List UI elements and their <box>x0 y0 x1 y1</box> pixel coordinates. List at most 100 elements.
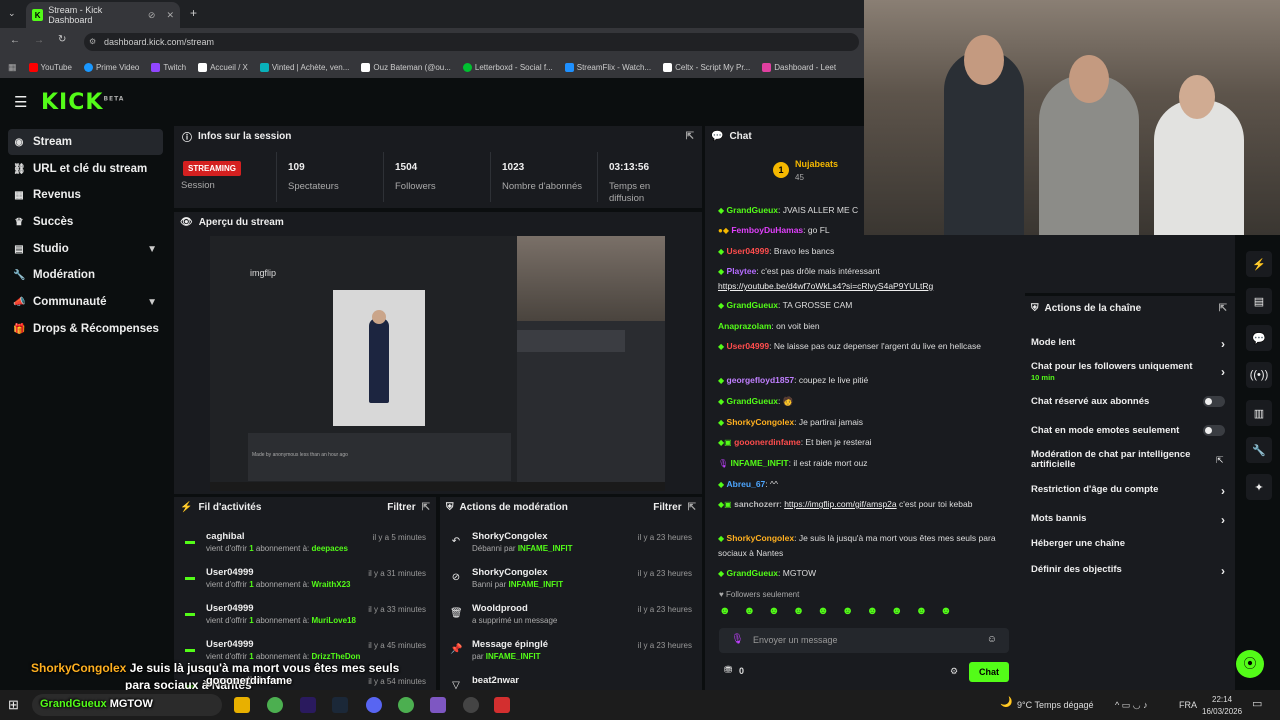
points-icon[interactable]: ⛃ <box>724 665 732 676</box>
bookmark-streamflix[interactable]: StreamFlix - Watch... <box>564 62 651 72</box>
site-info-icon[interactable]: ⚙ <box>89 37 96 46</box>
badge-icon: ●◆ <box>718 226 729 235</box>
celtx-icon <box>663 62 673 72</box>
windows-start-icon[interactable]: ⊞ <box>8 697 19 713</box>
bookmark-prime[interactable]: Prime Video <box>83 62 139 72</box>
badge-icon: ◆ <box>718 247 725 256</box>
bookmark-twitch[interactable]: Twitch <box>151 62 186 72</box>
revenue-icon: ▦ <box>14 189 24 201</box>
session-label: Session <box>181 180 215 191</box>
quick-actions-button[interactable]: ⦿ <box>1236 650 1264 678</box>
back-icon[interactable]: ← <box>10 35 20 46</box>
moderation-actions-panel: ⛨ Actions de modération Filtrer ⇱ ↶ Shor… <box>440 497 702 690</box>
chat-link[interactable]: https://imgflip.com/gif/amsp2a <box>784 499 896 509</box>
chrome-active-icon[interactable] <box>398 697 414 713</box>
clock-date[interactable]: 16/03/2026 <box>1202 707 1242 716</box>
bookmark-letterboxd[interactable]: Letterboxd - Social f... <box>462 62 553 72</box>
lightning-icon[interactable]: ⚡ <box>1246 251 1272 277</box>
external-link-icon[interactable]: ⇱ <box>1216 455 1224 466</box>
popout-icon[interactable]: ⇱ <box>422 502 430 513</box>
followers-only-item[interactable]: Chat pour les followers uniquement 10 min… <box>1031 361 1231 383</box>
language-indicator[interactable]: FRA <box>1179 700 1197 710</box>
studio-icon: ▤ <box>14 243 24 255</box>
bookmark-vinted[interactable]: Vinted | Achète, ven... <box>259 62 349 72</box>
new-tab-icon[interactable]: + <box>190 6 197 20</box>
sidebar-item-achievements[interactable]: ♛ Succès <box>8 209 163 235</box>
overlay-caption: ShorkyCongolex Je suis là jusqu'à ma mor… <box>31 661 400 675</box>
webcam-face <box>964 35 1004 85</box>
badge-icon: ◆ <box>718 418 725 427</box>
discord-icon[interactable] <box>366 697 382 713</box>
popout-icon[interactable]: ⇱ <box>686 131 694 142</box>
sidebar-item-drops[interactable]: 🎁 Drops & Récompenses <box>8 316 163 342</box>
obs-icon[interactable] <box>463 697 479 713</box>
gift-sub-icon: ▬ <box>185 608 195 619</box>
emote-bar[interactable]: ☻☻☻☻☻☻☻☻☻☻ <box>719 605 1009 621</box>
moderation-filter-button[interactable]: Filtrer <box>653 502 681 513</box>
sidebar-item-community[interactable]: 📣 Communauté ▼ <box>8 289 163 315</box>
chat-message: ◆▣ gooonerdinfame: Et bien je resterai <box>718 437 872 447</box>
tray-icons[interactable]: ^ ▭ ◡ ♪ <box>1115 700 1148 711</box>
chat-input[interactable]: 🎙 Envoyer un message ☺ <box>719 628 1009 653</box>
megaphone-icon: 📣 <box>13 296 26 308</box>
forward-icon[interactable]: → <box>34 35 44 46</box>
url-input[interactable]: dashboard.kick.com/stream <box>84 33 859 51</box>
close-tab-icon[interactable]: ✕ <box>166 10 174 21</box>
clock-time[interactable]: 22:14 <box>1212 695 1232 704</box>
age-restriction-item[interactable]: Restriction d'âge du compte › <box>1031 484 1231 498</box>
reload-icon[interactable]: ↻ <box>58 34 66 45</box>
chat-send-button[interactable]: Chat <box>969 662 1009 682</box>
wrench-icon[interactable]: 🔧 <box>1246 437 1272 463</box>
premiere-icon[interactable] <box>300 697 316 713</box>
sidebar-item-revenue[interactable]: ▦ Revenus <box>8 182 163 208</box>
browser-tab[interactable]: K Stream - Kick Dashboard ⊘ ✕ <box>26 2 180 28</box>
bookmark-youtube[interactable]: YouTube <box>28 62 72 72</box>
chat-icon[interactable]: 💬 <box>1246 325 1272 351</box>
bookmark-x[interactable]: Accueil / X <box>198 62 248 72</box>
broadcast-icon[interactable]: ((•)) <box>1246 362 1272 388</box>
file-explorer-icon[interactable] <box>234 697 250 713</box>
subscribers-only-item[interactable]: Chat réservé aux abonnés <box>1031 396 1231 407</box>
document-icon[interactable]: ▤ <box>1246 288 1272 314</box>
mute-tab-icon[interactable]: ⊘ <box>148 10 156 21</box>
ai-moderation-item[interactable]: Modération de chat par intelligence arti… <box>1031 450 1211 470</box>
emotes-only-toggle[interactable] <box>1203 425 1225 436</box>
activity-filter-button[interactable]: Filtrer <box>387 502 415 513</box>
set-goals-item[interactable]: Définir des objectifs › <box>1031 564 1231 578</box>
canva-icon[interactable] <box>494 697 510 713</box>
sidebar-item-stream[interactable]: ◉ Stream <box>8 129 163 155</box>
apps-icon[interactable]: ▦ <box>8 62 17 73</box>
sidebar-item-moderation[interactable]: 🔧 Modération <box>8 262 163 288</box>
steam-icon[interactable] <box>332 697 348 713</box>
sidebar-item-studio[interactable]: ▤ Studio ▼ <box>8 236 163 262</box>
popout-icon[interactable]: ⇱ <box>1219 303 1227 314</box>
chat-settings-icon[interactable]: ⚙ <box>950 666 958 677</box>
menu-icon[interactable]: ☰ <box>14 93 27 111</box>
moderation-row: ⊘ ShorkyCongolex Banni par INFAME_INFIT … <box>451 567 692 589</box>
kick-logo[interactable]: KICKBETA <box>41 90 124 115</box>
emotes-only-item[interactable]: Chat en mode emotes seulement <box>1031 425 1231 436</box>
banned-words-item[interactable]: Mots bannis › <box>1031 513 1231 527</box>
subscribers-only-toggle[interactable] <box>1203 396 1225 407</box>
sidebar-item-stream-url[interactable]: ⛓ URL et clé du stream <box>8 156 163 182</box>
chat-message: Anaprazolam: on voit bien <box>718 321 820 331</box>
chat-link[interactable]: https://youtube.be/d4wf7oWkLs4?si=cRlvyS… <box>718 281 933 291</box>
shield-icon: ⛨ <box>1031 302 1039 314</box>
slow-mode-item[interactable]: Mode lent › <box>1031 337 1231 351</box>
overlay-caption: GrandGueux MGTOW <box>40 698 153 710</box>
bookmark-leet[interactable]: Dashboard - Leet <box>762 62 836 72</box>
notifications-icon[interactable]: ▭ <box>1252 697 1262 710</box>
emoji-icon[interactable]: ☺ <box>987 634 997 645</box>
broadcast-icon: ◉ <box>14 136 24 148</box>
stream-preview-video[interactable]: imgflip Made by anonymous less than an h… <box>210 236 665 491</box>
shapes-icon[interactable]: ✦ <box>1246 474 1272 500</box>
bookmark-celtx[interactable]: Celtx - Script My Pr... <box>663 62 750 72</box>
host-channel-item[interactable]: Héberger une chaîne <box>1031 538 1231 549</box>
layout-icon[interactable]: ▥ <box>1246 400 1272 426</box>
badge-icon: ◆ <box>718 342 725 351</box>
chrome-icon[interactable] <box>267 697 283 713</box>
tab-list-icon[interactable]: ⌄ <box>8 8 16 19</box>
popout-icon[interactable]: ⇱ <box>688 502 696 513</box>
bookmark-tiktok[interactable]: Ouz Bateman (@ou... <box>361 62 451 72</box>
app-icon[interactable] <box>430 697 446 713</box>
